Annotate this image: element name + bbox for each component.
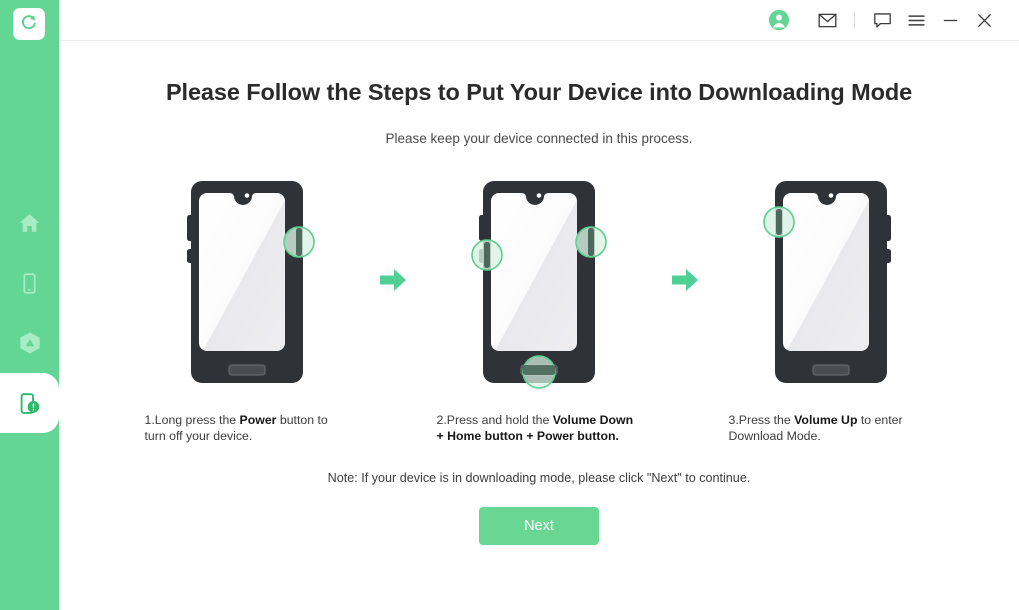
step-1-text-a: Long press the	[154, 413, 240, 427]
page-title: Please Follow the Steps to Put Your Devi…	[165, 79, 913, 105]
main-area: Please Follow the Steps to Put Your Devi…	[59, 0, 1019, 610]
step-3-bold-a: Volume Up	[794, 413, 858, 427]
mail-button[interactable]	[810, 3, 844, 37]
close-icon	[974, 10, 995, 31]
next-button[interactable]: Next	[479, 507, 599, 545]
steps-row: 1.Long press the Power button to turn of…	[59, 169, 1019, 444]
step-2: 2.Press and hold the Volume Down + Home b…	[422, 169, 657, 444]
step-3-caption: 3.Press the Volume Up to enter Download …	[729, 413, 934, 444]
hamburger-menu-icon	[906, 10, 927, 31]
step-3: 3.Press the Volume Up to enter Download …	[714, 169, 949, 444]
application-window: Please Follow the Steps to Put Your Devi…	[0, 0, 1019, 610]
step-2-caption: 2.Press and hold the Volume Down + Home b…	[437, 413, 642, 444]
arrow-right-icon	[378, 266, 408, 299]
window-titlebar	[59, 0, 1019, 41]
step-1-index: 1.	[144, 413, 155, 427]
step-2-bold-b: + Home button + Power button.	[436, 428, 619, 443]
content-panel: Please Follow the Steps to Put Your Devi…	[59, 41, 1019, 610]
speech-bubble-icon	[872, 10, 893, 31]
arrow-1	[365, 169, 422, 395]
minimize-button[interactable]	[933, 3, 967, 37]
user-avatar-icon	[768, 9, 790, 31]
sidebar-item-repair[interactable]	[0, 357, 59, 449]
close-button[interactable]	[967, 3, 1001, 37]
phone-illustration-1	[177, 169, 317, 395]
phone-illustration-2	[469, 169, 609, 395]
envelope-icon	[817, 10, 838, 31]
step-3-index: 3.	[728, 413, 739, 427]
phone-alert-icon	[17, 391, 42, 416]
highlight-home-bottom	[522, 355, 556, 389]
titlebar-divider	[854, 11, 855, 29]
step-1-caption: 1.Long press the Power button to turn of…	[145, 413, 350, 444]
note-text: Note: If your device is in downloading m…	[327, 471, 751, 485]
feedback-button[interactable]	[865, 3, 899, 37]
arrow-right-icon	[670, 266, 700, 299]
step-1: 1.Long press the Power button to turn of…	[130, 169, 365, 444]
sidebar-item-device[interactable]	[0, 253, 59, 313]
step-2-text-a: Press and hold the	[446, 413, 553, 427]
highlight-volume-down-left	[471, 239, 503, 271]
sidebar-nav	[0, 193, 59, 449]
step-3-text-a: Press the	[738, 413, 795, 427]
minimize-icon	[940, 10, 961, 31]
step-1-bold-a: Power	[239, 413, 277, 427]
app-logo[interactable]	[13, 8, 45, 40]
highlight-power-right	[283, 226, 315, 258]
sidebar	[0, 0, 59, 610]
cloud-icon	[17, 330, 43, 356]
sidebar-item-home[interactable]	[0, 193, 59, 253]
account-button[interactable]	[762, 3, 796, 37]
restore-circular-arrow-icon	[19, 12, 39, 37]
arrow-2	[657, 169, 714, 395]
phone-illustration-3	[761, 169, 901, 395]
action-row: Next	[59, 507, 1019, 545]
home-icon	[17, 211, 42, 236]
highlight-volume-up-left	[763, 206, 795, 238]
step-2-bold-a: Volume Down	[552, 413, 634, 427]
step-2-index: 2.	[436, 413, 447, 427]
menu-button[interactable]	[899, 3, 933, 37]
highlight-power-right	[575, 226, 607, 258]
page-subtitle: Please keep your device connected in thi…	[385, 131, 693, 146]
phone-icon	[17, 271, 42, 296]
